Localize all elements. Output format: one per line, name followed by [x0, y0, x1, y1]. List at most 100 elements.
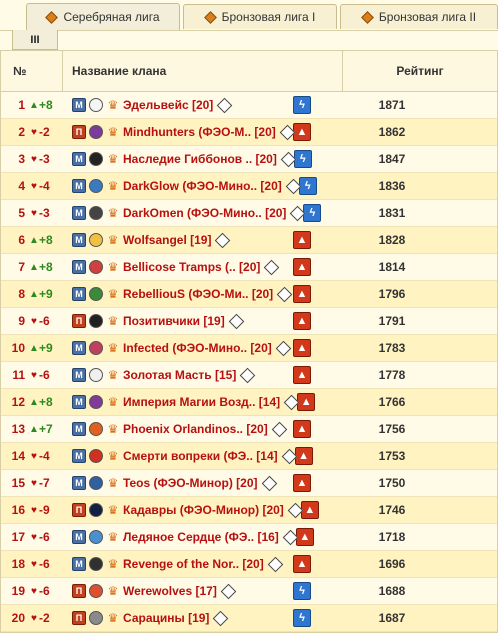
clan-name-link[interactable]: Mindhunters (ФЭО-М.. [20] [123, 125, 276, 139]
clan-name-link[interactable]: Смерти вопреки (ФЭ.. [14] [123, 449, 278, 463]
table-row[interactable]: 9 ♥ -6 П ♛ Позитивчики [19] ▲ 1791 [1, 308, 497, 335]
crown-icon: ♛ [107, 530, 119, 544]
table-header: № Название клана Рейтинг [1, 51, 497, 92]
table-row[interactable]: 12 ▲ +8 М ♛ Империя Магии Возд.. [14] ▲ 1766 [1, 389, 497, 416]
clan-name-link[interactable]: Наследие Гиббонов .. [20] [123, 152, 277, 166]
crown-icon: ♛ [107, 395, 119, 409]
rank-change-value: -4 [39, 449, 50, 463]
clan-name-link[interactable]: Teos (ФЭО-Минор) [20] [123, 476, 258, 490]
rating-value: 1862 [378, 125, 406, 139]
clan-name-link[interactable]: Кадавры (ФЭО-Минор) [20] [123, 503, 284, 517]
clan-emblem-icon [89, 341, 103, 355]
crown-icon: ♛ [107, 476, 119, 490]
crown-icon: ♛ [107, 314, 119, 328]
heart-down-icon: ♥ [31, 153, 37, 165]
table-row[interactable]: 14 ♥ -4 М ♛ Смерти вопреки (ФЭ.. [14] ▲ 1753 [1, 443, 497, 470]
info-icon[interactable] [220, 583, 237, 599]
rank-change: ♥ -2 [29, 611, 63, 625]
info-icon[interactable] [217, 97, 233, 113]
tab-silver-league[interactable]: Серебряная лига [26, 3, 180, 30]
clan-name-link[interactable]: RebelliouS (ФЭО-Ми.. [20] [123, 287, 273, 301]
clan-name-link[interactable]: Ледяное Сердце (ФЭ.. [16] [123, 530, 279, 544]
crown-icon: ♛ [107, 584, 119, 598]
clan-name-cell: М ♛ DarkOmen (ФЭО-Мино.. [20] ϟ [63, 204, 322, 222]
clan-name-link[interactable]: Сарацины [19] [123, 611, 209, 625]
clan-emblem-icon [89, 152, 103, 166]
rank-number: 1 [18, 98, 25, 112]
table-row[interactable]: 15 ♥ -7 М ♛ Teos (ФЭО-Минор) [20] ▲ 1750 [1, 470, 497, 497]
clan-name-link[interactable]: Revenge of the Nor.. [20] [123, 557, 264, 571]
subtab-division[interactable]: III [12, 30, 58, 50]
info-icon[interactable] [271, 421, 287, 437]
rating-value: 1766 [378, 395, 406, 409]
clan-emblem-icon [89, 584, 103, 598]
clan-emblem-icon [89, 611, 103, 625]
clan-name-link[interactable]: DarkGlow (ФЭО-Мино.. [20] [123, 179, 282, 193]
faction-icon: М [72, 98, 86, 112]
clan-name-link[interactable]: DarkOmen (ФЭО-Мино.. [20] [123, 206, 286, 220]
rank-change: ♥ -6 [29, 368, 63, 382]
info-icon[interactable] [215, 232, 231, 248]
heart-down-icon: ♥ [31, 180, 37, 192]
crown-icon: ♛ [107, 125, 119, 139]
table-row[interactable]: 5 ♥ -3 М ♛ DarkOmen (ФЭО-Мино.. [20] ϟ 1831 [1, 200, 497, 227]
arrow-up-icon: ▲ [29, 396, 39, 408]
rank-number: 7 [18, 260, 25, 274]
clan-name-link[interactable]: Werewolves [17] [123, 584, 217, 598]
info-icon[interactable] [228, 313, 244, 329]
clan-name-link[interactable]: Wolfsangel [19] [123, 233, 211, 247]
faction-icon: П [72, 125, 86, 139]
clan-name-link[interactable]: Империя Магии Возд.. [14] [123, 395, 280, 409]
info-icon[interactable] [264, 259, 280, 275]
table-row[interactable]: 16 ♥ -9 П ♛ Кадавры (ФЭО-Минор) [20] ▲ 1746 [1, 497, 497, 524]
info-icon[interactable] [275, 340, 292, 356]
info-icon[interactable] [276, 286, 293, 302]
clan-name-link[interactable]: Позитивчики [19] [123, 314, 225, 328]
clan-name-link[interactable]: Infected (ФЭО-Мино.. [20] [123, 341, 272, 355]
clan-name-link[interactable]: Эдельвейс [20] [123, 98, 213, 112]
table-row[interactable]: 20 ♥ -2 П ♛ Сарацины [19] ϟ 1687 [1, 605, 497, 632]
clan-name-link[interactable]: Phoenix Orlandinos.. [20] [123, 422, 268, 436]
faction-icon: М [72, 260, 86, 274]
faction-icon: П [72, 503, 86, 517]
rating-value: 1791 [378, 314, 406, 328]
table-row[interactable]: 2 ♥ -2 П ♛ Mindhunters (ФЭО-М.. [20] ▲ 1862 [1, 119, 497, 146]
table-row[interactable]: 3 ♥ -3 М ♛ Наследие Гиббонов .. [20] ϟ 1847 [1, 146, 497, 173]
table-row[interactable]: 6 ▲ +8 М ♛ Wolfsangel [19] ▲ 1828 [1, 227, 497, 254]
league-tabs: Серебряная лига Бронзовая лига I Бронзов… [0, 0, 498, 31]
arrow-up-icon: ▲ [29, 234, 39, 246]
fire-icon: ▲ [293, 420, 311, 438]
clan-emblem-icon [89, 125, 103, 139]
rank-change-value: -6 [39, 584, 50, 598]
table-row[interactable]: 18 ♥ -6 М ♛ Revenge of the Nor.. [20] ▲ 1696 [1, 551, 497, 578]
table-row[interactable]: 4 ♥ -4 М ♛ DarkGlow (ФЭО-Мино.. [20] ϟ 1836 [1, 173, 497, 200]
info-icon[interactable] [240, 367, 256, 383]
table-row[interactable]: 10 ▲ +9 М ♛ Infected (ФЭО-Мино.. [20] ▲ 1783 [1, 335, 497, 362]
table-row[interactable]: 1 ▲ +8 М ♛ Эдельвейс [20] ϟ 1871 [1, 92, 497, 119]
table-row[interactable]: 17 ♥ -6 М ♛ Ледяное Сердце (ФЭ.. [16] ▲ 1718 [1, 524, 497, 551]
rank-change-value: -2 [39, 611, 50, 625]
tab-bronze-league-1[interactable]: Бронзовая лига I [183, 4, 337, 29]
crown-icon: ♛ [107, 422, 119, 436]
clan-name-cell: П ♛ Werewolves [17] ϟ [63, 582, 315, 600]
rank-number: 16 [11, 503, 25, 517]
faction-icon: П [72, 611, 86, 625]
rank-change: ♥ -6 [29, 557, 63, 571]
fire-icon: ▲ [293, 339, 311, 357]
clan-emblem-icon [89, 368, 103, 382]
info-icon[interactable] [261, 475, 277, 491]
clan-name-link[interactable]: Bellicose Tramps (.. [20] [123, 260, 260, 274]
table-row[interactable]: 13 ▲ +7 М ♛ Phoenix Orlandinos.. [20] ▲ 1756 [1, 416, 497, 443]
table-row[interactable]: 7 ▲ +8 М ♛ Bellicose Tramps (.. [20] ▲ 1814 [1, 254, 497, 281]
table-row[interactable]: 8 ▲ +9 М ♛ RebelliouS (ФЭО-Ми.. [20] ▲ 1796 [1, 281, 497, 308]
clan-name-link[interactable]: Золотая Масть [15] [123, 368, 236, 382]
rank-number: 10 [11, 341, 25, 355]
clan-name-cell: П ♛ Кадавры (ФЭО-Минор) [20] ▲ [63, 501, 319, 519]
faction-icon: П [72, 314, 86, 328]
table-row[interactable]: 11 ♥ -6 М ♛ Золотая Масть [15] ▲ 1778 [1, 362, 497, 389]
info-icon[interactable] [267, 556, 283, 572]
rating-value: 1778 [378, 368, 406, 382]
tab-bronze-league-2[interactable]: Бронзовая лига II [340, 4, 498, 29]
clan-name-cell: М ♛ Wolfsangel [19] ▲ [63, 231, 315, 249]
table-row[interactable]: 19 ♥ -6 П ♛ Werewolves [17] ϟ 1688 [1, 578, 497, 605]
